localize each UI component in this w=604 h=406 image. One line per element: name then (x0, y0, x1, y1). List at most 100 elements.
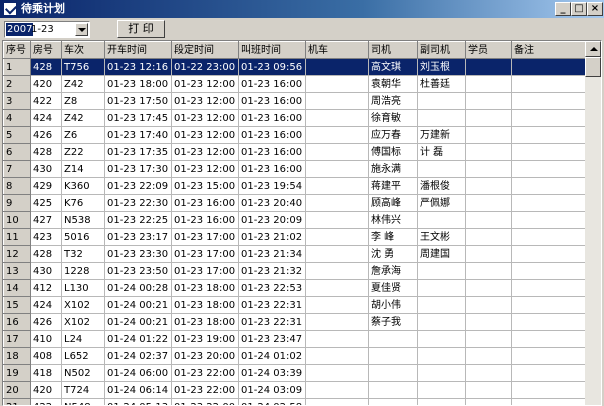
table-cell[interactable] (368, 347, 418, 365)
table-cell[interactable]: 01-23 17:00 (171, 262, 239, 280)
table-cell[interactable]: 426 (30, 126, 62, 144)
table-cell[interactable]: 01-23 12:00 (171, 109, 239, 127)
column-header[interactable]: 司机 (368, 41, 418, 59)
table-cell[interactable]: 王文彬 (417, 228, 466, 246)
table-cell[interactable]: Z42 (61, 75, 105, 93)
table-cell[interactable] (465, 313, 512, 331)
table-cell[interactable]: 01-23 23:50 (104, 262, 172, 280)
table-cell[interactable] (465, 279, 512, 297)
table-cell[interactable]: 周建国 (417, 245, 466, 263)
table-cell[interactable]: 01-23 12:00 (171, 126, 239, 144)
table-cell[interactable]: 428 (30, 245, 62, 263)
table-cell[interactable] (305, 92, 369, 110)
table-cell[interactable]: 01-23 12:00 (171, 143, 239, 161)
table-cell[interactable] (305, 262, 369, 280)
row-header[interactable]: 20 (3, 381, 31, 399)
table-cell[interactable] (417, 347, 466, 365)
row-header[interactable]: 11 (3, 228, 31, 246)
column-header[interactable]: 开车时间 (104, 41, 172, 59)
chevron-down-icon[interactable] (75, 23, 88, 36)
table-cell[interactable]: 01-24 00:21 (104, 313, 172, 331)
table-cell[interactable] (511, 296, 588, 314)
table-cell[interactable] (417, 211, 466, 229)
column-header[interactable]: 车次 (61, 41, 105, 59)
table-cell[interactable] (465, 245, 512, 263)
table-cell[interactable]: 01-23 17:45 (104, 109, 172, 127)
row-header[interactable]: 4 (3, 109, 31, 127)
table-cell[interactable]: 杜善廷 (417, 75, 466, 93)
table-cell[interactable] (511, 109, 588, 127)
table-cell[interactable]: 夏佳贤 (368, 279, 418, 297)
table-cell[interactable] (305, 75, 369, 93)
table-cell[interactable] (417, 279, 466, 297)
table-cell[interactable] (465, 330, 512, 348)
table-cell[interactable] (511, 194, 588, 212)
table-cell[interactable] (511, 245, 588, 263)
table-cell[interactable]: 潘根俊 (417, 177, 466, 195)
table-cell[interactable]: 01-23 16:00 (238, 109, 306, 127)
table-cell[interactable]: Z42 (61, 109, 105, 127)
table-cell[interactable] (305, 109, 369, 127)
scroll-thumb[interactable] (585, 57, 601, 77)
table-cell[interactable] (511, 143, 588, 161)
row-header[interactable]: 5 (3, 126, 31, 144)
table-cell[interactable]: 01-24 06:00 (104, 364, 172, 382)
table-cell[interactable] (465, 143, 512, 161)
table-row[interactable]: 10 427 N538 01-23 22:25 01-23 16:00 01-23 20:… (3, 211, 588, 229)
table-cell[interactable]: 詹承海 (368, 262, 418, 280)
table-cell[interactable]: 01-23 17:00 (171, 228, 239, 246)
table-cell[interactable] (465, 194, 512, 212)
table-cell[interactable]: 423 (30, 228, 62, 246)
table-cell[interactable] (511, 160, 588, 178)
row-header[interactable]: 9 (3, 194, 31, 212)
table-row[interactable]: 19 418 N502 01-24 06:00 01-23 22:00 01-24 03:… (3, 364, 588, 382)
table-cell[interactable] (511, 58, 588, 76)
table-cell[interactable]: 429 (30, 177, 62, 195)
table-cell[interactable] (305, 330, 369, 348)
table-cell[interactable]: 01-23 20:00 (171, 347, 239, 365)
table-cell[interactable]: 01-23 12:16 (104, 58, 172, 76)
table-cell[interactable]: 01-23 22:31 (238, 296, 306, 314)
table-row[interactable]: 16 426 X102 01-24 00:21 01-23 18:00 01-23 22:… (3, 313, 588, 331)
table-cell[interactable]: 01-23 23:17 (104, 228, 172, 246)
table-cell[interactable] (417, 381, 466, 399)
table-cell[interactable] (305, 126, 369, 144)
table-cell[interactable]: X102 (61, 313, 105, 331)
table-cell[interactable]: 01-24 03:09 (238, 381, 306, 399)
table-row[interactable]: 5 426 Z6 01-23 17:40 01-23 12:00 01-23 16:00 应… (3, 126, 588, 144)
table-row[interactable]: 17 410 L24 01-24 01:22 01-23 19:00 01-23 23:4… (3, 330, 588, 348)
table-cell[interactable]: 徐育敏 (368, 109, 418, 127)
table-cell[interactable]: 430 (30, 262, 62, 280)
table-cell[interactable]: 01-23 21:34 (238, 245, 306, 263)
table-cell[interactable] (511, 364, 588, 382)
table-cell[interactable] (465, 364, 512, 382)
table-cell[interactable]: 430 (30, 160, 62, 178)
table-cell[interactable] (511, 381, 588, 399)
table-cell[interactable]: 01-23 09:56 (238, 58, 306, 76)
row-header[interactable]: 7 (3, 160, 31, 178)
table-cell[interactable] (305, 177, 369, 195)
table-cell[interactable]: Z6 (61, 126, 105, 144)
table-cell[interactable]: 01-23 17:50 (104, 92, 172, 110)
table-cell[interactable] (305, 296, 369, 314)
table-cell[interactable]: 01-23 22:00 (171, 381, 239, 399)
table-cell[interactable]: 01-23 22:00 (171, 364, 239, 382)
table-cell[interactable]: L652 (61, 347, 105, 365)
table-cell[interactable]: 424 (30, 109, 62, 127)
table-cell[interactable]: 01-24 01:22 (104, 330, 172, 348)
table-cell[interactable]: 01-23 15:00 (171, 177, 239, 195)
column-header[interactable]: 序号 (3, 41, 31, 59)
column-header[interactable]: 叫班时间 (238, 41, 306, 59)
table-cell[interactable]: 01-23 21:02 (238, 228, 306, 246)
table-cell[interactable]: 刘玉根 (417, 58, 466, 76)
table-cell[interactable] (465, 296, 512, 314)
table-cell[interactable]: Z8 (61, 92, 105, 110)
table-cell[interactable]: 严佩娜 (417, 194, 466, 212)
table-cell[interactable] (465, 92, 512, 110)
scroll-up-icon[interactable] (585, 41, 601, 57)
column-header[interactable]: 备注 (511, 41, 588, 59)
table-cell[interactable] (305, 58, 369, 76)
table-row[interactable]: 12 428 T32 01-23 23:30 01-23 17:00 01-23 21:3… (3, 245, 588, 263)
table-cell[interactable]: 01-23 22:25 (104, 211, 172, 229)
table-cell[interactable]: 01-23 22:00 (171, 398, 239, 405)
